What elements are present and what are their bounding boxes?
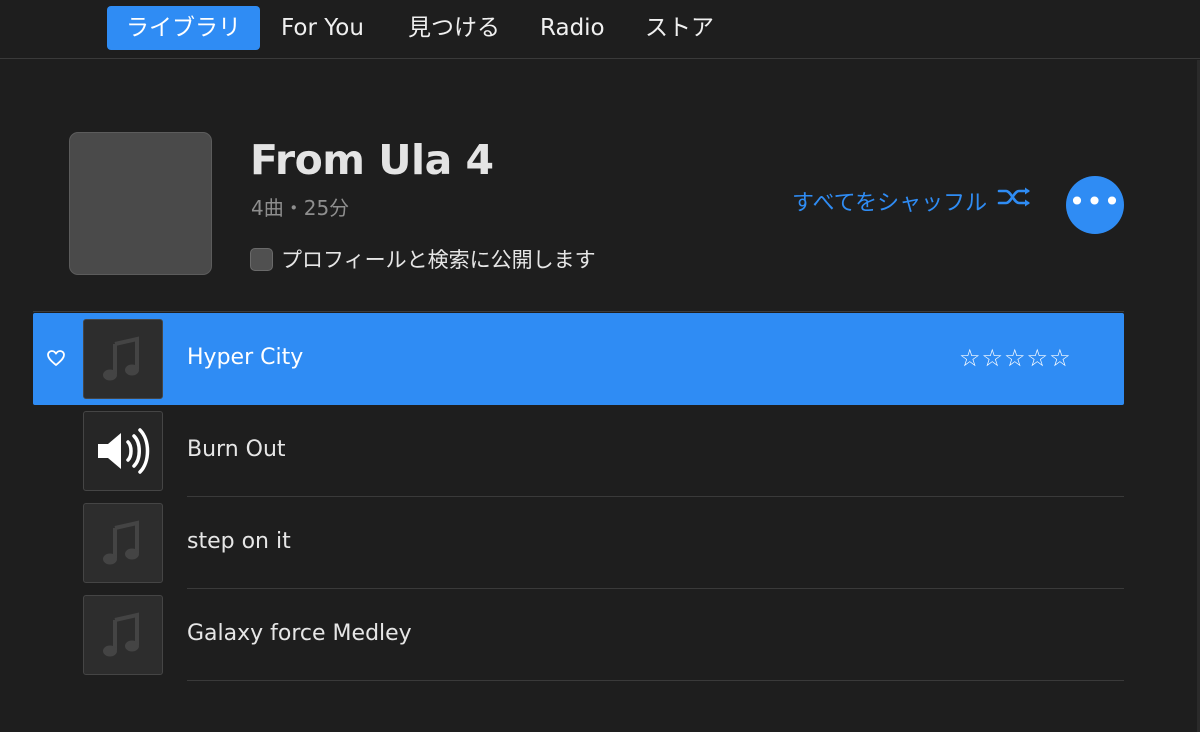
track-artwork <box>83 503 163 583</box>
tab-for-you[interactable]: For You <box>281 6 364 50</box>
header-divider <box>33 311 1124 312</box>
track-title: Hyper City <box>187 345 304 370</box>
ellipsis-icon: ••• <box>1068 185 1122 218</box>
music-note-icon <box>103 336 139 381</box>
publish-label: プロフィールと検索に公開します <box>281 248 596 272</box>
tab-library[interactable]: ライブラリ <box>107 6 260 50</box>
playlist-meta: 4曲・25分 <box>251 196 350 220</box>
track-row[interactable]: step on it <box>33 497 1124 589</box>
track-title: Galaxy force Medley <box>187 621 412 646</box>
music-note-icon <box>103 520 139 565</box>
tab-store[interactable]: ストア <box>645 6 714 50</box>
playlist-title: From Ula 4 <box>250 136 494 184</box>
shuffle-all-label: すべてをシャッフル <box>792 191 988 216</box>
top-navigation: ライブラリ For You 見つける Radio ストア <box>0 0 1200 59</box>
track-artwork <box>83 411 163 491</box>
track-title: Burn Out <box>187 437 286 462</box>
playlist-artwork[interactable] <box>69 132 212 275</box>
shuffle-all-button[interactable]: すべてをシャッフル <box>792 186 1033 220</box>
publish-option[interactable]: プロフィールと検索に公開します <box>250 244 596 272</box>
track-title: step on it <box>187 529 291 554</box>
speaker-icon <box>98 428 150 474</box>
row-divider <box>187 680 1124 681</box>
track-artwork <box>83 319 163 399</box>
heart-icon[interactable] <box>45 347 67 369</box>
track-row[interactable]: Burn Out <box>33 405 1124 497</box>
star-rating[interactable]: ☆☆☆☆☆ <box>959 344 1072 372</box>
music-note-icon <box>103 612 139 657</box>
track-artwork <box>83 595 163 675</box>
publish-checkbox[interactable] <box>250 247 273 271</box>
tab-browse[interactable]: 見つける <box>408 6 500 50</box>
track-row[interactable]: Galaxy force Medley <box>33 589 1124 681</box>
track-list: Hyper City ☆☆☆☆☆ Burn Out step on it Gal… <box>33 313 1124 681</box>
more-options-button[interactable]: ••• <box>1066 176 1124 234</box>
track-row[interactable]: Hyper City ☆☆☆☆☆ <box>33 313 1124 405</box>
tab-radio[interactable]: Radio <box>540 6 605 50</box>
music-app-window: ライブラリ For You 見つける Radio ストア From Ula 4 … <box>0 0 1200 732</box>
shuffle-icon <box>997 186 1033 218</box>
